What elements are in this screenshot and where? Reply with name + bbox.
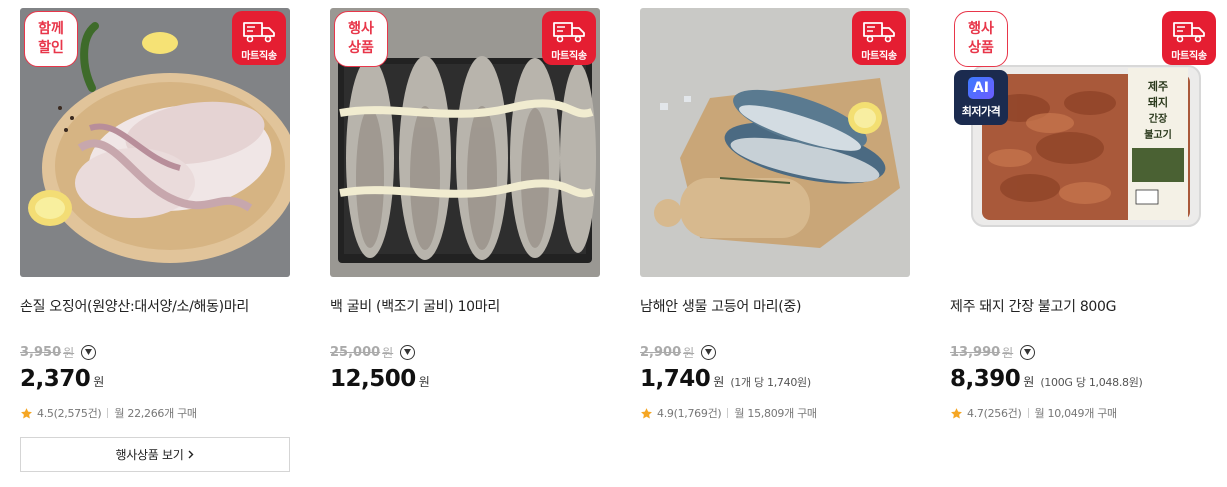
chevron-down-circle-icon[interactable] <box>701 344 717 360</box>
product-name[interactable]: 제주 돼지 간장 불고기 800G <box>950 296 1220 316</box>
monthly-purchases: 월 10,049개 구매 <box>1034 407 1118 420</box>
rating-row: 4.9(1,769건) 월 15,809개 구매 <box>640 405 817 421</box>
sale-price-value: 12,500 <box>330 366 416 392</box>
original-price-value: 13,990 <box>950 344 1001 360</box>
sale-price: 12,500 원 <box>330 366 430 392</box>
unit-price: (100G 당 1,048.8원) <box>1040 376 1143 389</box>
event-badge: 함께 할인 <box>24 11 78 67</box>
unit-price: (1개 당 1,740원) <box>730 376 811 389</box>
mart-delivery-label: 마트직송 <box>1171 51 1207 62</box>
star-icon <box>641 407 652 418</box>
truck-icon <box>243 22 275 43</box>
svg-text:불고기: 불고기 <box>1144 128 1172 141</box>
original-price: 2,900 원 <box>640 343 717 361</box>
mart-delivery-label: 마트직송 <box>241 51 277 62</box>
event-badge-line-1: 행사 <box>348 21 374 37</box>
truck-icon <box>553 22 585 43</box>
event-badge-line-2: 상품 <box>348 40 374 56</box>
sale-price-value: 2,370 <box>20 366 91 392</box>
product-card: 함께 할인 마트직송 손질 오징어(원양산:대서양/소/해동)마리 3,950 원… <box>20 8 290 478</box>
divider <box>1027 408 1029 418</box>
divider <box>727 408 729 418</box>
view-event-products-label: 행사상품 보기 <box>115 448 184 462</box>
sale-price: 2,370 원 <box>20 366 104 392</box>
mart-delivery-badge: 마트직송 <box>1162 11 1216 65</box>
product-image-croaker[interactable]: 행사 상품 마트직송 <box>330 8 600 277</box>
rating-value: 4.5(2,575건) <box>37 407 102 420</box>
star-icon <box>951 407 962 418</box>
ai-icon: AI <box>968 77 994 99</box>
chevron-down-circle-icon[interactable] <box>81 344 97 360</box>
original-price-unit: 원 <box>1002 345 1014 360</box>
sale-price-unit: 원 <box>418 375 430 389</box>
sale-price-unit: 원 <box>713 375 725 389</box>
rating-value: 4.9(1,769건) <box>657 407 722 420</box>
original-price: 3,950 원 <box>20 343 97 361</box>
rating-value: 4.7(256건) <box>967 407 1022 420</box>
chevron-down-circle-icon[interactable] <box>400 344 416 360</box>
event-badge-line-1: 함께 <box>38 21 64 37</box>
chevron-right-icon <box>188 450 194 459</box>
product-card: 제주 돼지 간장 불고기 행사 상품 AI 최저가격 마트직송 제주 돼지 간장… <box>950 8 1220 478</box>
monthly-purchases: 월 22,266개 구매 <box>114 407 197 420</box>
truck-icon <box>863 22 895 43</box>
monthly-purchases: 월 15,809개 구매 <box>734 407 817 420</box>
original-price-value: 3,950 <box>20 344 62 360</box>
view-event-products-button[interactable]: 행사상품 보기 <box>20 437 290 472</box>
ai-lowest-price-badge: AI 최저가격 <box>954 70 1008 125</box>
product-image-squid[interactable]: 함께 할인 마트직송 <box>20 8 290 277</box>
mart-delivery-badge: 마트직송 <box>542 11 596 65</box>
truck-icon <box>1173 22 1205 43</box>
original-price: 13,990 원 <box>950 343 1036 361</box>
product-image-mackerel[interactable]: 마트직송 <box>640 8 910 277</box>
sale-price-unit: 원 <box>1023 375 1035 389</box>
event-badge-line-2: 할인 <box>38 40 64 56</box>
mart-delivery-label: 마트직송 <box>861 51 897 62</box>
star-icon <box>21 407 32 418</box>
divider <box>107 408 109 418</box>
original-price-unit: 원 <box>63 345 75 360</box>
product-name[interactable]: 백 굴비 (백조기 굴비) 10마리 <box>330 296 600 316</box>
sale-price-value: 8,390 <box>950 366 1021 392</box>
sale-price: 8,390 원 (100G 당 1,048.8원) <box>950 366 1143 392</box>
product-card: 행사 상품 마트직송 백 굴비 (백조기 굴비) 10마리 25,000 원 12… <box>330 8 600 478</box>
event-badge-line-2: 상품 <box>968 40 994 56</box>
sale-price: 1,740 원 (1개 당 1,740원) <box>640 366 811 392</box>
original-price-value: 2,900 <box>640 344 682 360</box>
sale-price-value: 1,740 <box>640 366 711 392</box>
original-price-value: 25,000 <box>330 344 381 360</box>
ai-badge-label: 최저가격 <box>961 105 1001 118</box>
product-image-bulgogi[interactable]: 제주 돼지 간장 불고기 행사 상품 AI 최저가격 마트직송 <box>950 8 1220 277</box>
chevron-down-circle-icon[interactable] <box>1020 344 1036 360</box>
rating-row: 4.5(2,575건) 월 22,266개 구매 <box>20 405 197 421</box>
original-price-unit: 원 <box>683 345 695 360</box>
event-badge: 행사 상품 <box>954 11 1008 67</box>
svg-text:제주: 제주 <box>1148 79 1168 93</box>
original-price: 25,000 원 <box>330 343 416 361</box>
mart-delivery-label: 마트직송 <box>551 51 587 62</box>
event-badge-line-1: 행사 <box>968 21 994 37</box>
original-price-unit: 원 <box>382 345 394 360</box>
svg-text:간장: 간장 <box>1149 112 1168 125</box>
product-card: 마트직송 남해안 생물 고등어 마리(중) 2,900 원 1,740 원 (1개 … <box>640 8 910 478</box>
mart-delivery-badge: 마트직송 <box>232 11 286 65</box>
product-name[interactable]: 남해안 생물 고등어 마리(중) <box>640 296 910 316</box>
event-badge: 행사 상품 <box>334 11 388 67</box>
product-name[interactable]: 손질 오징어(원양산:대서양/소/해동)마리 <box>20 296 290 316</box>
sale-price-unit: 원 <box>93 375 105 389</box>
svg-text:돼지: 돼지 <box>1148 95 1168 109</box>
mart-delivery-badge: 마트직송 <box>852 11 906 65</box>
rating-row: 4.7(256건) 월 10,049개 구매 <box>950 405 1117 421</box>
